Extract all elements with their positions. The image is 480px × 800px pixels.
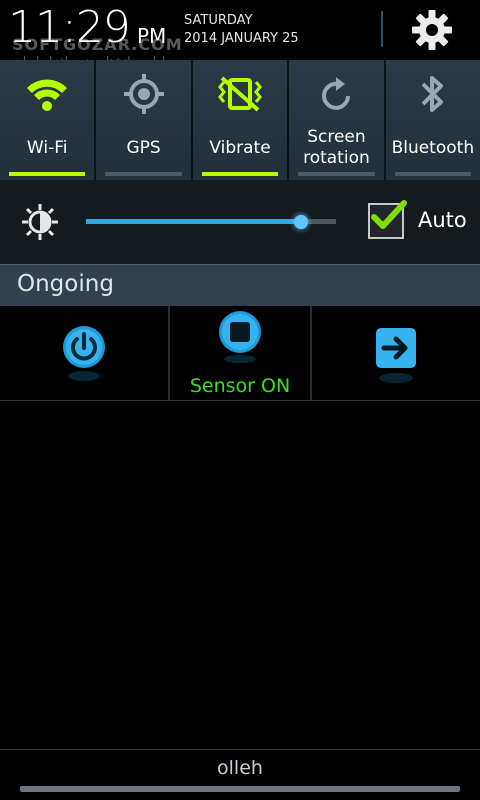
panel-drag-handle[interactable] [20,786,460,792]
ongoing-section-header: Ongoing [0,264,480,306]
sensor-status-label: Sensor ON [189,375,291,397]
gear-icon [412,10,452,50]
date-display: SATURDAY 2014 JANUARY 25 [184,12,299,48]
header-divider [381,11,383,47]
gps-icon [123,74,164,114]
toggle-label: GPS [126,137,161,158]
brightness-slider[interactable] [86,215,336,229]
toggle-gps[interactable]: GPS [96,60,193,180]
ongoing-notification[interactable]: Sensor ON [0,306,480,401]
power-icon [63,326,105,381]
brightness-panel: Auto [0,180,480,264]
toggle-label: Screen rotation [303,127,370,168]
stop-icon [219,311,261,363]
sensor-action[interactable]: Sensor ON [170,306,312,401]
toggle-label: Wi-Fi [26,137,68,158]
settings-button[interactable] [406,6,458,54]
brightness-slider-thumb[interactable] [294,215,308,229]
toggle-indicator [105,172,182,176]
power-action[interactable] [0,306,170,401]
brightness-slider-fill [86,219,301,224]
toggle-screen-rotation[interactable]: Screen rotation [289,60,386,180]
auto-brightness-checkbox[interactable] [368,200,407,239]
toggle-label: Bluetooth [391,137,475,158]
brightness-icon [22,204,58,240]
toggle-indicator [201,172,279,176]
watermark: SOFTGOZAR.COM [12,35,183,54]
date-full: 2014 JANUARY 25 [184,31,299,46]
wifi-icon [27,79,68,111]
toggle-indicator [9,172,86,176]
toggle-label: Vibrate [209,137,271,158]
arrow-right-icon [376,328,416,383]
toggle-wifi[interactable]: Wi-Fi [0,60,97,180]
carrier-label: olleh [217,757,263,779]
vibrate-icon [218,76,262,112]
bluetooth-icon [421,76,443,112]
date-day: SATURDAY [184,13,253,28]
carrier-divider [0,749,480,750]
auto-brightness-label: Auto [418,208,467,232]
checkmark-icon [371,200,407,229]
toggle-bluetooth[interactable]: Bluetooth [385,60,480,180]
toggle-indicator [298,172,375,176]
rotation-icon [322,77,351,110]
ongoing-title: Ongoing [17,271,114,297]
quick-toggles: Wi-Fi GPS Vibrate Screen rotation Blueto… [0,60,480,180]
forward-action[interactable] [312,306,480,401]
toggle-vibrate[interactable]: Vibrate [192,60,290,180]
toggle-indicator [394,172,472,176]
status-header: 11:29 PM SATURDAY 2014 JANUARY 25 SOFTGO… [0,0,480,68]
